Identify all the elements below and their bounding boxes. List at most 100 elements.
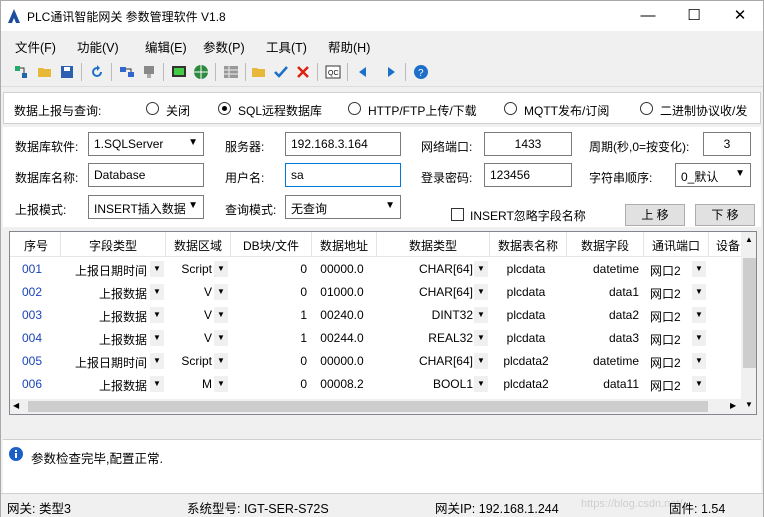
- table-row[interactable]: 003 上报数据 ▼ V ▼ 1 00240.0 DINT32 ▼ plcdata data2 网口2…: [10, 305, 742, 328]
- col-header[interactable]: 通讯端口: [644, 237, 708, 254]
- byte-order-select[interactable]: 0_默认 ▼: [675, 163, 751, 187]
- table-icon[interactable]: [223, 64, 239, 80]
- table-row[interactable]: 002 上报数据 ▼ V ▼ 0 01000.0 CHAR[64] ▼ plcdata data1 网…: [10, 282, 742, 305]
- cell-table-name[interactable]: plcdata2: [490, 377, 562, 391]
- password-input[interactable]: 123456: [484, 163, 572, 187]
- save-icon[interactable]: [59, 64, 75, 80]
- cell-field-type[interactable]: 上报数据: [61, 285, 147, 302]
- qc-icon[interactable]: QC: [325, 64, 341, 80]
- cell-comm-port[interactable]: 网口2: [650, 354, 690, 371]
- cell-data-field[interactable]: data3: [567, 331, 639, 345]
- period-input[interactable]: 3: [703, 132, 751, 156]
- col-header[interactable]: 数据地址: [312, 237, 376, 254]
- cell-data-area[interactable]: Script: [166, 262, 212, 276]
- report-mode-select[interactable]: INSERT插入数据 ▼: [88, 195, 204, 219]
- chevron-down-icon[interactable]: ▼: [150, 376, 164, 392]
- chevron-down-icon[interactable]: ▼: [474, 376, 488, 392]
- chevron-down-icon[interactable]: ▼: [474, 261, 488, 277]
- menu-tools[interactable]: 工具(T): [266, 37, 307, 56]
- server-input[interactable]: 192.168.3.164: [285, 132, 401, 156]
- cell-table-name[interactable]: plcdata: [490, 331, 562, 345]
- next-icon[interactable]: [383, 64, 399, 80]
- chevron-down-icon[interactable]: ▼: [692, 376, 706, 392]
- cell-row-number[interactable]: 003: [12, 308, 52, 322]
- col-header[interactable]: 数据字段: [567, 237, 643, 254]
- checkmark-icon[interactable]: [273, 64, 289, 80]
- connect-icon[interactable]: [119, 64, 135, 80]
- cell-data-address[interactable]: 01000.0: [312, 285, 372, 299]
- chevron-down-icon[interactable]: ▼: [150, 261, 164, 277]
- cell-field-type[interactable]: 上报数据: [61, 377, 147, 394]
- cell-data-area[interactable]: V: [166, 285, 212, 299]
- cell-data-type[interactable]: CHAR[64]: [377, 262, 473, 276]
- cell-data-area[interactable]: Script: [166, 354, 212, 368]
- chevron-down-icon[interactable]: ▼: [692, 307, 706, 323]
- cell-row-number[interactable]: 004: [12, 331, 52, 345]
- table-row[interactable]: 001 上报日期时间 ▼ Script ▼ 0 00000.0 CHAR[64] ▼ plcdat…: [10, 259, 742, 282]
- cell-data-address[interactable]: 00008.2: [312, 377, 372, 391]
- move-down-button[interactable]: 下 移: [695, 204, 755, 226]
- cell-data-field[interactable]: data1: [567, 285, 639, 299]
- cell-data-type[interactable]: CHAR[64]: [377, 285, 473, 299]
- table-row[interactable]: 006 上报数据 ▼ M ▼ 0 00008.2 BOOL1 ▼ plcdata2 data11 网口…: [10, 374, 742, 397]
- col-header[interactable]: 序号: [12, 237, 60, 254]
- chevron-down-icon[interactable]: ▼: [150, 307, 164, 323]
- cell-field-type[interactable]: 上报日期时间: [61, 354, 147, 371]
- cell-field-type[interactable]: 上报日期时间: [61, 262, 147, 279]
- cell-data-address[interactable]: 00244.0: [312, 331, 372, 345]
- cell-data-address[interactable]: 00240.0: [312, 308, 372, 322]
- cell-comm-port[interactable]: 网口2: [650, 331, 690, 348]
- chevron-down-icon[interactable]: ▼: [150, 330, 164, 346]
- chevron-down-icon[interactable]: ▼: [214, 330, 228, 346]
- cell-data-area[interactable]: M: [166, 377, 212, 391]
- cell-table-name[interactable]: plcdata: [490, 262, 562, 276]
- scroll-thumb[interactable]: [28, 401, 708, 412]
- previous-icon[interactable]: [355, 64, 371, 80]
- cell-comm-port[interactable]: 网口2: [650, 377, 690, 394]
- maximize-button[interactable]: ☐: [671, 1, 717, 31]
- folder-check-icon[interactable]: [251, 64, 267, 80]
- cell-db-block[interactable]: 0: [231, 377, 307, 391]
- port-input[interactable]: 1433: [484, 132, 572, 156]
- col-header[interactable]: DB块/文件: [231, 237, 311, 254]
- menu-file[interactable]: 文件(F): [15, 37, 56, 56]
- chevron-down-icon[interactable]: ▼: [474, 330, 488, 346]
- menu-help[interactable]: 帮助(H): [328, 37, 370, 56]
- cell-data-field[interactable]: data11: [567, 377, 639, 391]
- cell-db-block[interactable]: 0: [231, 354, 307, 368]
- cell-db-block[interactable]: 1: [231, 331, 307, 345]
- cell-data-field[interactable]: data2: [567, 308, 639, 322]
- refresh-icon[interactable]: [89, 64, 105, 80]
- chevron-down-icon[interactable]: ▼: [692, 330, 706, 346]
- delete-icon[interactable]: [295, 64, 311, 80]
- monitor-icon[interactable]: [171, 64, 187, 80]
- cell-comm-port[interactable]: 网口2: [650, 308, 690, 325]
- db-name-input[interactable]: Database: [88, 163, 204, 187]
- cell-db-block[interactable]: 0: [231, 262, 307, 276]
- cell-data-type[interactable]: DINT32: [377, 308, 473, 322]
- globe-icon[interactable]: [193, 64, 209, 80]
- horizontal-scrollbar[interactable]: ◀ ▶: [10, 399, 741, 414]
- insert-ignore-checkbox[interactable]: [451, 208, 464, 221]
- col-header[interactable]: 数据表名称: [490, 237, 566, 254]
- chevron-down-icon[interactable]: ▼: [474, 284, 488, 300]
- col-header[interactable]: 数据区域: [166, 237, 230, 254]
- col-header[interactable]: 字段类型: [61, 237, 165, 254]
- cell-db-block[interactable]: 1: [231, 308, 307, 322]
- vertical-scrollbar[interactable]: ▲ ▼: [741, 232, 756, 414]
- cell-data-type[interactable]: CHAR[64]: [377, 354, 473, 368]
- cell-row-number[interactable]: 001: [12, 262, 52, 276]
- chevron-down-icon[interactable]: ▼: [214, 284, 228, 300]
- cell-data-type[interactable]: REAL32: [377, 331, 473, 345]
- open-folder-icon[interactable]: [37, 64, 53, 80]
- cell-data-type[interactable]: BOOL1: [377, 377, 473, 391]
- cell-data-field[interactable]: datetime: [567, 262, 639, 276]
- col-header[interactable]: 数据类型: [377, 237, 489, 254]
- chevron-down-icon[interactable]: ▼: [214, 261, 228, 277]
- move-up-button[interactable]: 上 移: [625, 204, 685, 226]
- chevron-down-icon[interactable]: ▼: [692, 353, 706, 369]
- chevron-down-icon[interactable]: ▼: [150, 353, 164, 369]
- menu-function[interactable]: 功能(V): [77, 37, 119, 56]
- network-icon[interactable]: [13, 64, 29, 80]
- cell-comm-port[interactable]: 网口2: [650, 285, 690, 302]
